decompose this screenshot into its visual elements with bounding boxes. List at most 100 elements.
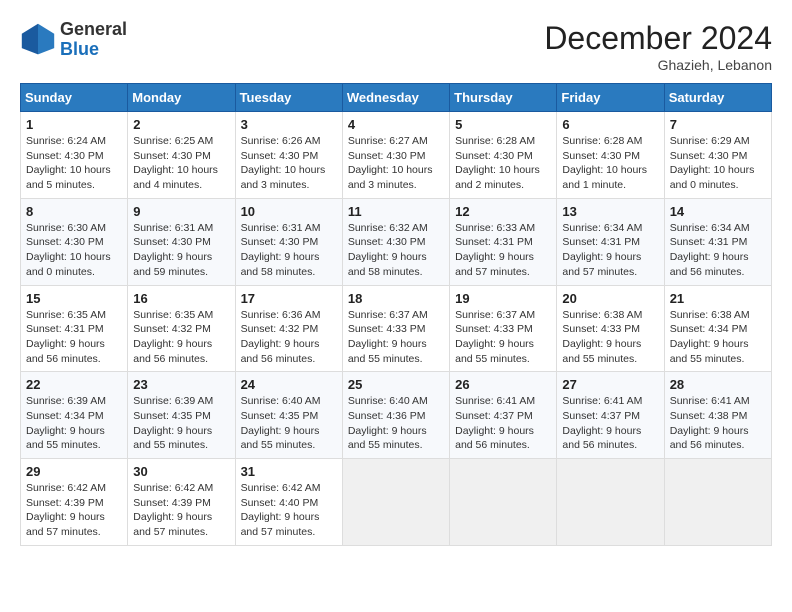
day-number: 11 (348, 204, 444, 219)
day-number: 27 (562, 377, 658, 392)
day-info: Sunrise: 6:32 AMSunset: 4:30 PMDaylight:… (348, 221, 444, 280)
calendar-cell: 24 Sunrise: 6:40 AMSunset: 4:35 PMDayligh… (235, 372, 342, 459)
day-info: Sunrise: 6:28 AMSunset: 4:30 PMDaylight:… (562, 134, 658, 193)
day-number: 1 (26, 117, 122, 132)
day-number: 25 (348, 377, 444, 392)
day-number: 3 (241, 117, 337, 132)
calendar-cell: 27 Sunrise: 6:41 AMSunset: 4:37 PMDayligh… (557, 372, 664, 459)
day-info: Sunrise: 6:37 AMSunset: 4:33 PMDaylight:… (455, 308, 551, 367)
calendar-cell: 17Sunrise: 6:36 AMSunset: 4:32 PMDayligh… (235, 285, 342, 372)
calendar-cell: 25 Sunrise: 6:40 AMSunset: 4:36 PMDayligh… (342, 372, 449, 459)
calendar-cell: 29 Sunrise: 6:42 AMSunset: 4:39 PMDayligh… (21, 459, 128, 546)
day-number: 7 (670, 117, 766, 132)
calendar-cell: 1 Sunrise: 6:24 AMSunset: 4:30 PMDaylight… (21, 112, 128, 199)
calendar-cell: 2Sunrise: 6:25 AMSunset: 4:30 PMDaylight… (128, 112, 235, 199)
day-number: 15 (26, 291, 122, 306)
day-info: Sunrise: 6:28 AMSunset: 4:30 PMDaylight:… (455, 134, 551, 193)
calendar-week-row: 29 Sunrise: 6:42 AMSunset: 4:39 PMDayligh… (21, 459, 772, 546)
day-info: Sunrise: 6:36 AMSunset: 4:32 PMDaylight:… (241, 308, 337, 367)
calendar-cell: 12Sunrise: 6:33 AMSunset: 4:31 PMDayligh… (450, 198, 557, 285)
calendar-cell: 5 Sunrise: 6:28 AMSunset: 4:30 PMDaylight… (450, 112, 557, 199)
day-info: Sunrise: 6:39 AMSunset: 4:34 PMDaylight:… (26, 394, 122, 453)
day-info: Sunrise: 6:34 AMSunset: 4:31 PMDaylight:… (670, 221, 766, 280)
day-number: 21 (670, 291, 766, 306)
calendar-cell (450, 459, 557, 546)
day-number: 31 (241, 464, 337, 479)
day-info: Sunrise: 6:41 AMSunset: 4:37 PMDaylight:… (562, 394, 658, 453)
calendar-header-tuesday: Tuesday (235, 84, 342, 112)
day-info: Sunrise: 6:33 AMSunset: 4:31 PMDaylight:… (455, 221, 551, 280)
day-info: Sunrise: 6:41 AMSunset: 4:37 PMDaylight:… (455, 394, 551, 453)
calendar-header-saturday: Saturday (664, 84, 771, 112)
day-number: 22 (26, 377, 122, 392)
day-info: Sunrise: 6:38 AMSunset: 4:33 PMDaylight:… (562, 308, 658, 367)
calendar-cell (557, 459, 664, 546)
calendar-cell: 6 Sunrise: 6:28 AMSunset: 4:30 PMDaylight… (557, 112, 664, 199)
day-info: Sunrise: 6:39 AMSunset: 4:35 PMDaylight:… (133, 394, 229, 453)
location: Ghazieh, Lebanon (544, 57, 772, 73)
day-number: 9 (133, 204, 229, 219)
calendar-cell: 21 Sunrise: 6:38 AMSunset: 4:34 PMDayligh… (664, 285, 771, 372)
calendar-header-wednesday: Wednesday (342, 84, 449, 112)
day-info: Sunrise: 6:24 AMSunset: 4:30 PMDaylight:… (26, 134, 122, 193)
day-number: 23 (133, 377, 229, 392)
calendar-cell: 19Sunrise: 6:37 AMSunset: 4:33 PMDayligh… (450, 285, 557, 372)
calendar-cell: 23 Sunrise: 6:39 AMSunset: 4:35 PMDayligh… (128, 372, 235, 459)
calendar-cell: 13Sunrise: 6:34 AMSunset: 4:31 PMDayligh… (557, 198, 664, 285)
calendar-cell: 30Sunrise: 6:42 AMSunset: 4:39 PMDayligh… (128, 459, 235, 546)
day-number: 13 (562, 204, 658, 219)
calendar-cell: 14 Sunrise: 6:34 AMSunset: 4:31 PMDayligh… (664, 198, 771, 285)
day-info: Sunrise: 6:42 AMSunset: 4:39 PMDaylight:… (26, 481, 122, 540)
calendar-cell (342, 459, 449, 546)
day-number: 5 (455, 117, 551, 132)
day-number: 24 (241, 377, 337, 392)
calendar-header-friday: Friday (557, 84, 664, 112)
calendar-cell: 9Sunrise: 6:31 AMSunset: 4:30 PMDaylight… (128, 198, 235, 285)
logo-text: General Blue (60, 20, 127, 60)
day-number: 26 (455, 377, 551, 392)
day-info: Sunrise: 6:42 AMSunset: 4:39 PMDaylight:… (133, 481, 229, 540)
calendar-cell: 28 Sunrise: 6:41 AMSunset: 4:38 PMDayligh… (664, 372, 771, 459)
day-number: 14 (670, 204, 766, 219)
page-header: General Blue December 2024 Ghazieh, Leba… (20, 20, 772, 73)
calendar-cell: 18Sunrise: 6:37 AMSunset: 4:33 PMDayligh… (342, 285, 449, 372)
day-info: Sunrise: 6:30 AMSunset: 4:30 PMDaylight:… (26, 221, 122, 280)
calendar-cell: 10Sunrise: 6:31 AMSunset: 4:30 PMDayligh… (235, 198, 342, 285)
calendar-cell: 26 Sunrise: 6:41 AMSunset: 4:37 PMDayligh… (450, 372, 557, 459)
day-number: 20 (562, 291, 658, 306)
calendar-header-row: SundayMondayTuesdayWednesdayThursdayFrid… (21, 84, 772, 112)
calendar-header-thursday: Thursday (450, 84, 557, 112)
logo: General Blue (20, 20, 127, 60)
day-info: Sunrise: 6:40 AMSunset: 4:35 PMDaylight:… (241, 394, 337, 453)
calendar-week-row: 15 Sunrise: 6:35 AMSunset: 4:31 PMDayligh… (21, 285, 772, 372)
calendar-header-monday: Monday (128, 84, 235, 112)
calendar-table: SundayMondayTuesdayWednesdayThursdayFrid… (20, 83, 772, 546)
day-info: Sunrise: 6:31 AMSunset: 4:30 PMDaylight:… (241, 221, 337, 280)
calendar-cell: 22 Sunrise: 6:39 AMSunset: 4:34 PMDayligh… (21, 372, 128, 459)
calendar-week-row: 22 Sunrise: 6:39 AMSunset: 4:34 PMDayligh… (21, 372, 772, 459)
day-info: Sunrise: 6:41 AMSunset: 4:38 PMDaylight:… (670, 394, 766, 453)
day-info: Sunrise: 6:42 AMSunset: 4:40 PMDaylight:… (241, 481, 337, 540)
day-number: 4 (348, 117, 444, 132)
day-number: 6 (562, 117, 658, 132)
calendar-header-sunday: Sunday (21, 84, 128, 112)
day-info: Sunrise: 6:40 AMSunset: 4:36 PMDaylight:… (348, 394, 444, 453)
day-info: Sunrise: 6:38 AMSunset: 4:34 PMDaylight:… (670, 308, 766, 367)
day-number: 29 (26, 464, 122, 479)
calendar-cell: 20 Sunrise: 6:38 AMSunset: 4:33 PMDayligh… (557, 285, 664, 372)
day-info: Sunrise: 6:35 AMSunset: 4:32 PMDaylight:… (133, 308, 229, 367)
day-info: Sunrise: 6:35 AMSunset: 4:31 PMDaylight:… (26, 308, 122, 367)
calendar-cell: 31 Sunrise: 6:42 AMSunset: 4:40 PMDayligh… (235, 459, 342, 546)
calendar-cell: 11 Sunrise: 6:32 AMSunset: 4:30 PMDayligh… (342, 198, 449, 285)
day-number: 18 (348, 291, 444, 306)
day-number: 28 (670, 377, 766, 392)
calendar-cell: 8Sunrise: 6:30 AMSunset: 4:30 PMDaylight… (21, 198, 128, 285)
title-area: December 2024 Ghazieh, Lebanon (544, 20, 772, 73)
calendar-cell: 4Sunrise: 6:27 AMSunset: 4:30 PMDaylight… (342, 112, 449, 199)
calendar-cell: 7Sunrise: 6:29 AMSunset: 4:30 PMDaylight… (664, 112, 771, 199)
day-info: Sunrise: 6:26 AMSunset: 4:30 PMDaylight:… (241, 134, 337, 193)
calendar-cell: 3 Sunrise: 6:26 AMSunset: 4:30 PMDaylight… (235, 112, 342, 199)
logo-blue: Blue (60, 40, 127, 60)
calendar-cell (664, 459, 771, 546)
logo-icon (20, 22, 56, 58)
